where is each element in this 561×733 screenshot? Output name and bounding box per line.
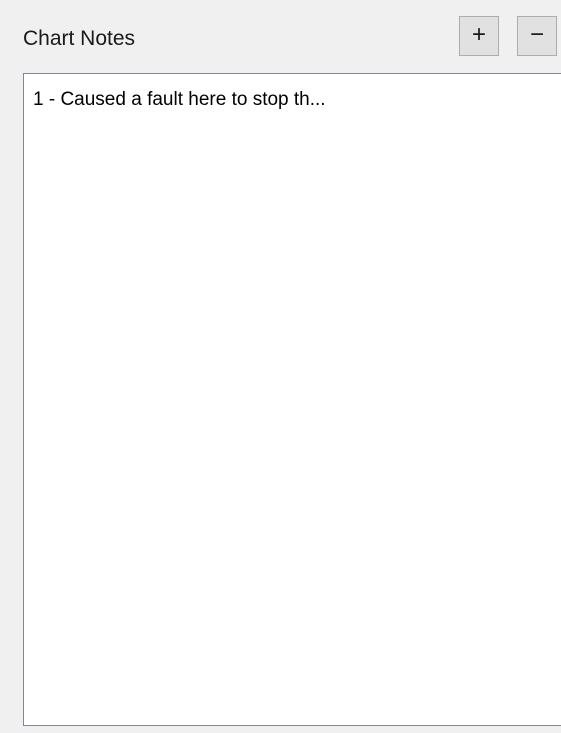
notes-list[interactable]: 1 - Caused a fault here to stop th...: [23, 73, 561, 726]
chart-notes-panel: Chart Notes + − 1 - Caused a fault here …: [0, 0, 561, 733]
minus-icon: −: [529, 21, 544, 48]
list-item[interactable]: 1 - Caused a fault here to stop th...: [24, 74, 561, 112]
remove-note-button[interactable]: −: [517, 16, 557, 56]
panel-title: Chart Notes: [23, 27, 136, 50]
add-note-button[interactable]: +: [459, 16, 499, 56]
plus-icon: +: [471, 21, 486, 48]
